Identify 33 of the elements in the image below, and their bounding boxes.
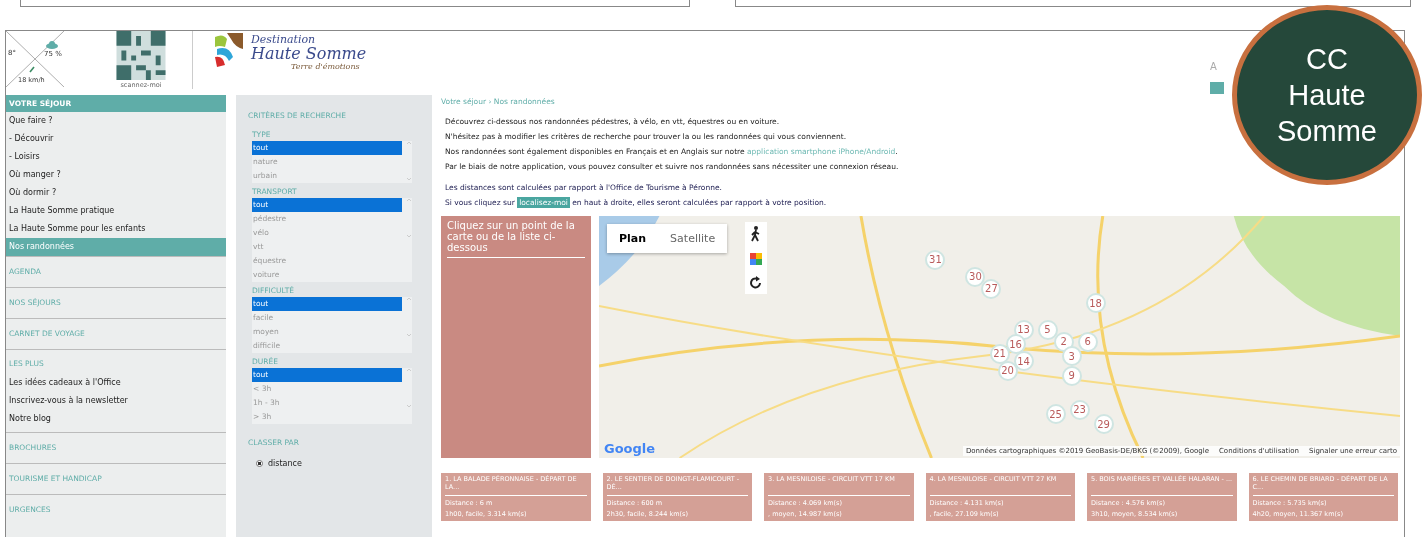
scrollbar-icon bbox=[406, 198, 412, 238]
font-size-control[interactable]: A bbox=[1210, 61, 1224, 72]
menu-item[interactable]: Où dormir ? bbox=[6, 184, 226, 202]
scrollbar-icon bbox=[406, 141, 412, 181]
logo-title: Haute Somme bbox=[251, 46, 367, 62]
menu-item[interactable]: La Haute Somme pour les enfants bbox=[6, 220, 226, 238]
radio-button[interactable] bbox=[256, 460, 263, 467]
qr-code-icon bbox=[115, 31, 167, 80]
logo-text: Destination bbox=[251, 33, 317, 46]
menu-item[interactable]: Où manger ? bbox=[6, 166, 226, 184]
menu-item[interactable]: Les idées cadeaux à l'Office bbox=[6, 374, 226, 392]
map-type-tab[interactable]: Satellite bbox=[658, 224, 728, 253]
map-hint: Cliquez sur un point de la carte ou de la liste ci-dessous bbox=[447, 220, 585, 258]
map-logo: Google bbox=[604, 441, 656, 456]
logo-icon bbox=[215, 33, 245, 67]
person-icon[interactable] bbox=[750, 226, 762, 242]
menu-item[interactable]: - Découvrir bbox=[6, 130, 226, 148]
scrollbar-icon bbox=[406, 297, 412, 337]
wind-icon bbox=[29, 66, 35, 73]
layers-icon[interactable] bbox=[749, 252, 763, 266]
cloud-icon bbox=[46, 41, 58, 49]
menu-item[interactable]: - Loisirs bbox=[6, 148, 226, 166]
radio-label: distance bbox=[268, 459, 302, 468]
badge-text: CC Haute Somme bbox=[1276, 41, 1378, 150]
menu-item[interactable]: Inscrivez-vous à la newsletter bbox=[6, 392, 226, 410]
weather-widget-drawing bbox=[6, 31, 64, 87]
scrollbar-icon bbox=[406, 368, 412, 408]
logo-tagline: Terre d'émotions bbox=[291, 62, 361, 71]
menu-item[interactable]: La Haute Somme pratique bbox=[6, 202, 226, 220]
menu-item[interactable]: Nos randonnées bbox=[6, 238, 226, 256]
menu-item[interactable]: Notre blog bbox=[6, 410, 226, 428]
refresh-icon[interactable] bbox=[749, 276, 763, 290]
menu-item[interactable]: Que faire ? bbox=[6, 112, 226, 130]
